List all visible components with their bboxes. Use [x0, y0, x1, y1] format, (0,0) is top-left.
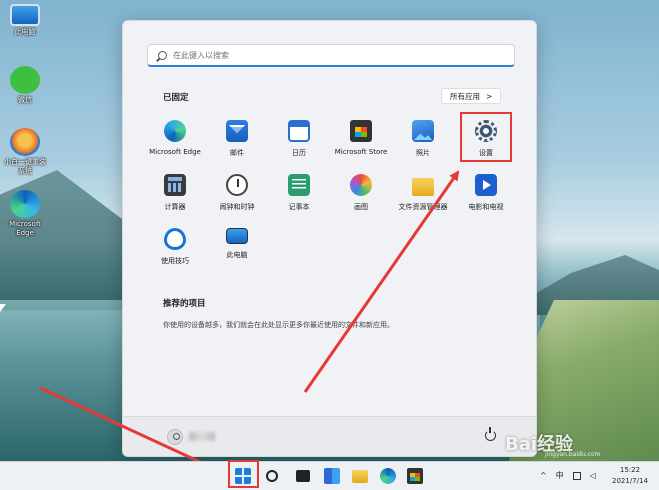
movies-icon — [475, 174, 497, 196]
app-label: 照片 — [416, 149, 430, 157]
store-icon[interactable] — [407, 468, 423, 484]
pinned-app-photos[interactable]: 照片 — [392, 120, 454, 158]
file-explorer-icon[interactable] — [352, 470, 368, 483]
clock-icon — [226, 174, 248, 196]
taskbar: ^ 中 ◁ 15:22 2021/7/14 — [0, 461, 659, 490]
desktop-icon-installer[interactable]: 小白一键重装系统 — [4, 128, 46, 176]
app-label: 画图 — [354, 203, 368, 211]
pinned-app-movies[interactable]: 电影和电视 — [455, 174, 517, 212]
edge-icon[interactable] — [380, 468, 396, 484]
app-label: 计算器 — [164, 203, 186, 211]
power-icon[interactable] — [485, 427, 496, 441]
desktop-icon-label: Microsoft Edge — [9, 220, 41, 237]
app-label: 闹钟和时钟 — [219, 203, 255, 211]
this-pc-icon — [226, 228, 248, 244]
desktop-icon-wechat[interactable]: 微信 — [4, 66, 46, 105]
notepad-icon — [288, 174, 310, 196]
chevron-right-icon: > — [486, 91, 493, 101]
pinned-app-calendar[interactable]: 日历 — [268, 120, 330, 158]
pinned-app-this-pc[interactable]: 此电脑 — [206, 228, 268, 260]
app-label: 使用技巧 — [161, 257, 189, 265]
desktop-icon-this-pc[interactable]: 此电脑 — [4, 4, 46, 37]
desktop-icon-label: 微信 — [18, 96, 32, 104]
wechat-icon — [10, 66, 40, 94]
pinned-app-tips[interactable]: 使用技巧 — [144, 228, 206, 266]
mouse-cursor-icon — [0, 304, 6, 312]
system-tray: ^ 中 ◁ — [540, 470, 596, 481]
pinned-app-paint[interactable]: 画图 — [330, 174, 392, 212]
pinned-app-store[interactable]: Microsoft Store — [330, 120, 392, 156]
volume-icon[interactable]: ◁ — [590, 471, 596, 480]
pinned-app-calculator[interactable]: 计算器 — [144, 174, 206, 212]
task-view-icon[interactable] — [296, 470, 310, 482]
search-icon[interactable] — [266, 470, 278, 482]
desktop-icon-edge[interactable]: Microsoft Edge — [4, 190, 46, 238]
clock-time: 15:22 — [619, 466, 641, 474]
edge-icon — [164, 120, 186, 142]
pinned-app-edge[interactable]: Microsoft Edge — [144, 120, 206, 156]
calendar-icon — [288, 120, 310, 142]
mail-icon — [226, 120, 248, 142]
file-explorer-icon — [412, 178, 434, 196]
recommended-description: 你使用的设备越多，我们就会在此处显示更多你最近使用的文件和新应用。 — [163, 321, 394, 329]
watermark-sub: jingyan.baidu.com — [545, 451, 601, 458]
user-name-blurred[interactable] — [189, 432, 215, 441]
all-apps-label: 所有应用 — [450, 91, 480, 101]
recommended-section-title: 推荐的项目 — [163, 299, 206, 309]
app-label: 此电脑 — [226, 251, 248, 259]
app-label: 电影和电视 — [468, 203, 504, 211]
tray-chevron-icon[interactable]: ^ — [540, 471, 547, 480]
app-label: Microsoft Store — [334, 148, 388, 156]
installer-icon — [10, 128, 40, 156]
search-input[interactable] — [173, 50, 473, 60]
app-label: 文件资源管理器 — [398, 203, 448, 211]
app-label: 邮件 — [230, 149, 244, 157]
settings-highlight-box — [460, 112, 512, 162]
clock-date: 2021/7/14 — [612, 477, 648, 485]
pinned-app-clock[interactable]: 闹钟和时钟 — [206, 174, 268, 212]
photos-icon — [412, 120, 434, 142]
app-label: 日历 — [292, 149, 306, 157]
pinned-app-file-explorer[interactable]: 文件资源管理器 — [392, 174, 454, 212]
widgets-icon[interactable] — [324, 468, 340, 484]
app-label: Microsoft Edge — [149, 148, 201, 156]
paint-icon — [350, 174, 372, 196]
calculator-icon — [164, 174, 186, 196]
edge-icon — [10, 190, 40, 218]
taskbar-clock[interactable]: 15:22 2021/7/14 — [612, 465, 648, 487]
computer-icon — [10, 4, 40, 26]
app-label: 记事本 — [288, 203, 310, 211]
network-icon[interactable] — [572, 471, 581, 480]
search-icon — [158, 50, 167, 60]
desktop-icon-label: 此电脑 — [14, 28, 36, 36]
pinned-app-mail[interactable]: 邮件 — [206, 120, 268, 158]
store-icon — [350, 120, 372, 142]
pinned-section-title: 已固定 — [163, 93, 189, 103]
all-apps-button[interactable]: 所有应用 > — [441, 88, 502, 104]
start-highlight-box — [228, 460, 259, 488]
user-avatar-icon[interactable] — [167, 429, 183, 445]
start-menu: 已固定 所有应用 > Microsoft Edge 邮件 日历 Microsof… — [122, 20, 537, 457]
start-footer — [123, 416, 536, 456]
tips-icon — [164, 228, 186, 250]
pinned-app-notepad[interactable]: 记事本 — [268, 174, 330, 212]
start-search-box[interactable] — [147, 44, 515, 67]
desktop-icon-label: 小白一键重装系统 — [4, 158, 46, 175]
ime-indicator[interactable]: 中 — [556, 470, 564, 481]
